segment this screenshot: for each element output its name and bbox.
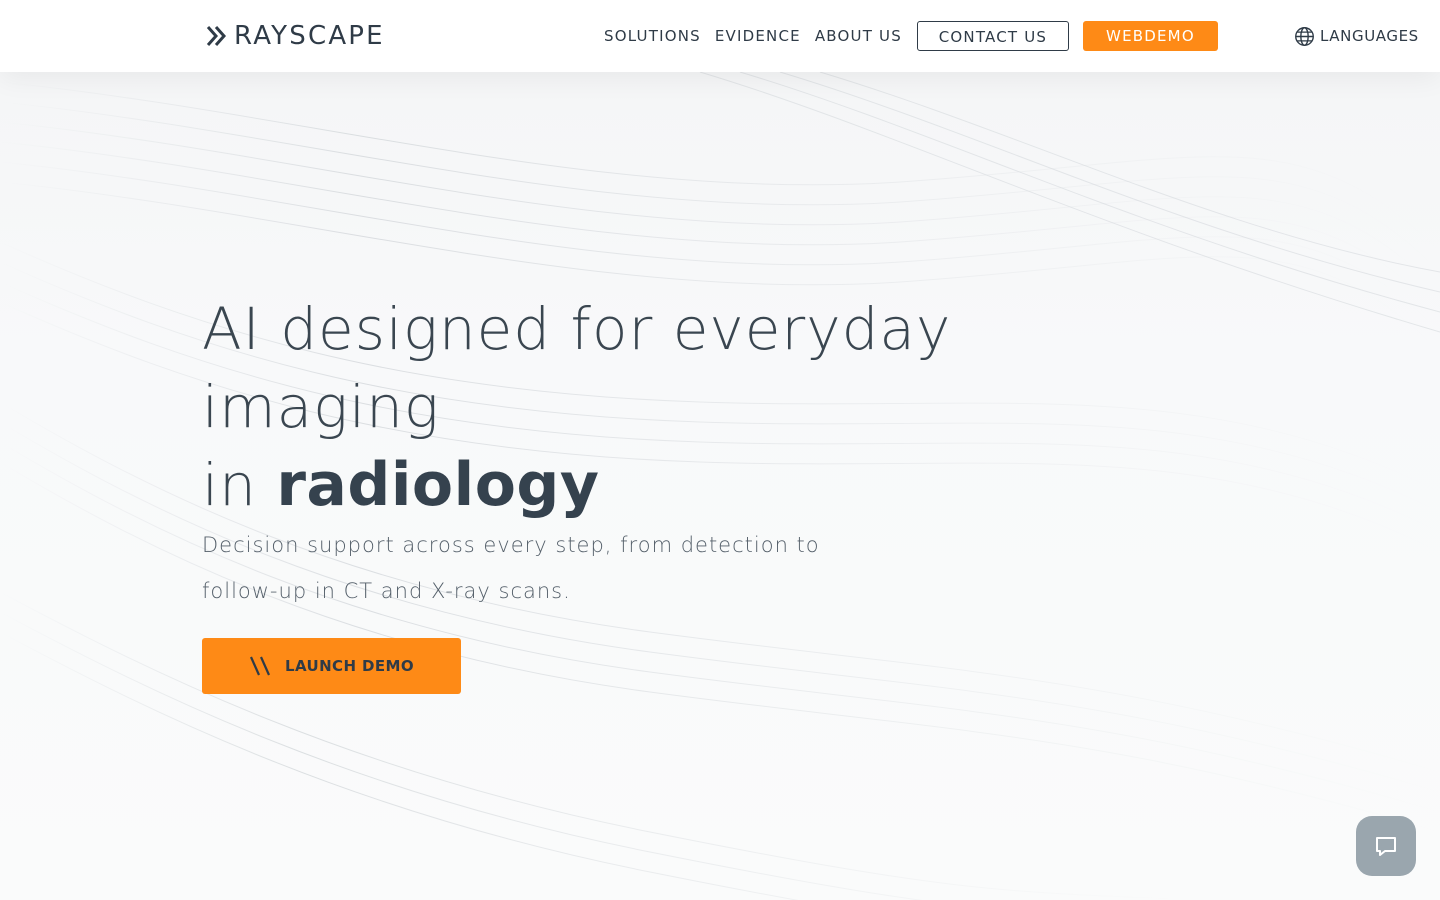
webdemo-button[interactable]: WEBDEMO: [1082, 21, 1218, 51]
hero-title: AI designed for everyday imaging in radi…: [202, 290, 1202, 524]
hero-subtitle: Decision support across every step, from…: [202, 522, 902, 614]
double-slash-icon: [249, 656, 271, 676]
main-nav: SOLUTIONS EVIDENCE ABOUT US CONTACT US W…: [597, 21, 1218, 51]
launch-demo-button[interactable]: LAUNCH DEMO: [202, 638, 461, 694]
nav-evidence[interactable]: EVIDENCE: [708, 21, 808, 51]
chat-widget-button[interactable]: [1356, 816, 1416, 876]
top-navbar: RAYSCAPE SOLUTIONS EVIDENCE ABOUT US CON…: [0, 0, 1440, 72]
rayscape-logo[interactable]: RAYSCAPE: [206, 22, 385, 50]
hero-title-line1: AI designed for everyday imaging: [202, 295, 952, 441]
page: RAYSCAPE SOLUTIONS EVIDENCE ABOUT US CON…: [0, 0, 1440, 900]
nav-about-us[interactable]: ABOUT US: [808, 21, 909, 51]
languages-selector[interactable]: LANGUAGES: [1294, 21, 1419, 51]
nav-solutions[interactable]: SOLUTIONS: [597, 21, 708, 51]
logo-text: RAYSCAPE: [234, 21, 385, 51]
globe-icon: [1295, 26, 1314, 46]
launch-demo-label: LAUNCH DEMO: [285, 657, 414, 675]
hero-subtitle-line2: follow-up in CT and X-ray scans.: [202, 579, 571, 603]
contact-us-button[interactable]: CONTACT US: [916, 21, 1069, 51]
hero-title-in: in: [202, 451, 257, 519]
chat-icon: [1376, 837, 1396, 856]
hero-subtitle-line1: Decision support across every step, from…: [202, 533, 820, 557]
hero-title-accent: radiology: [276, 450, 600, 520]
languages-label: LANGUAGES: [1320, 27, 1419, 45]
logo-mark-icon: [206, 26, 227, 46]
